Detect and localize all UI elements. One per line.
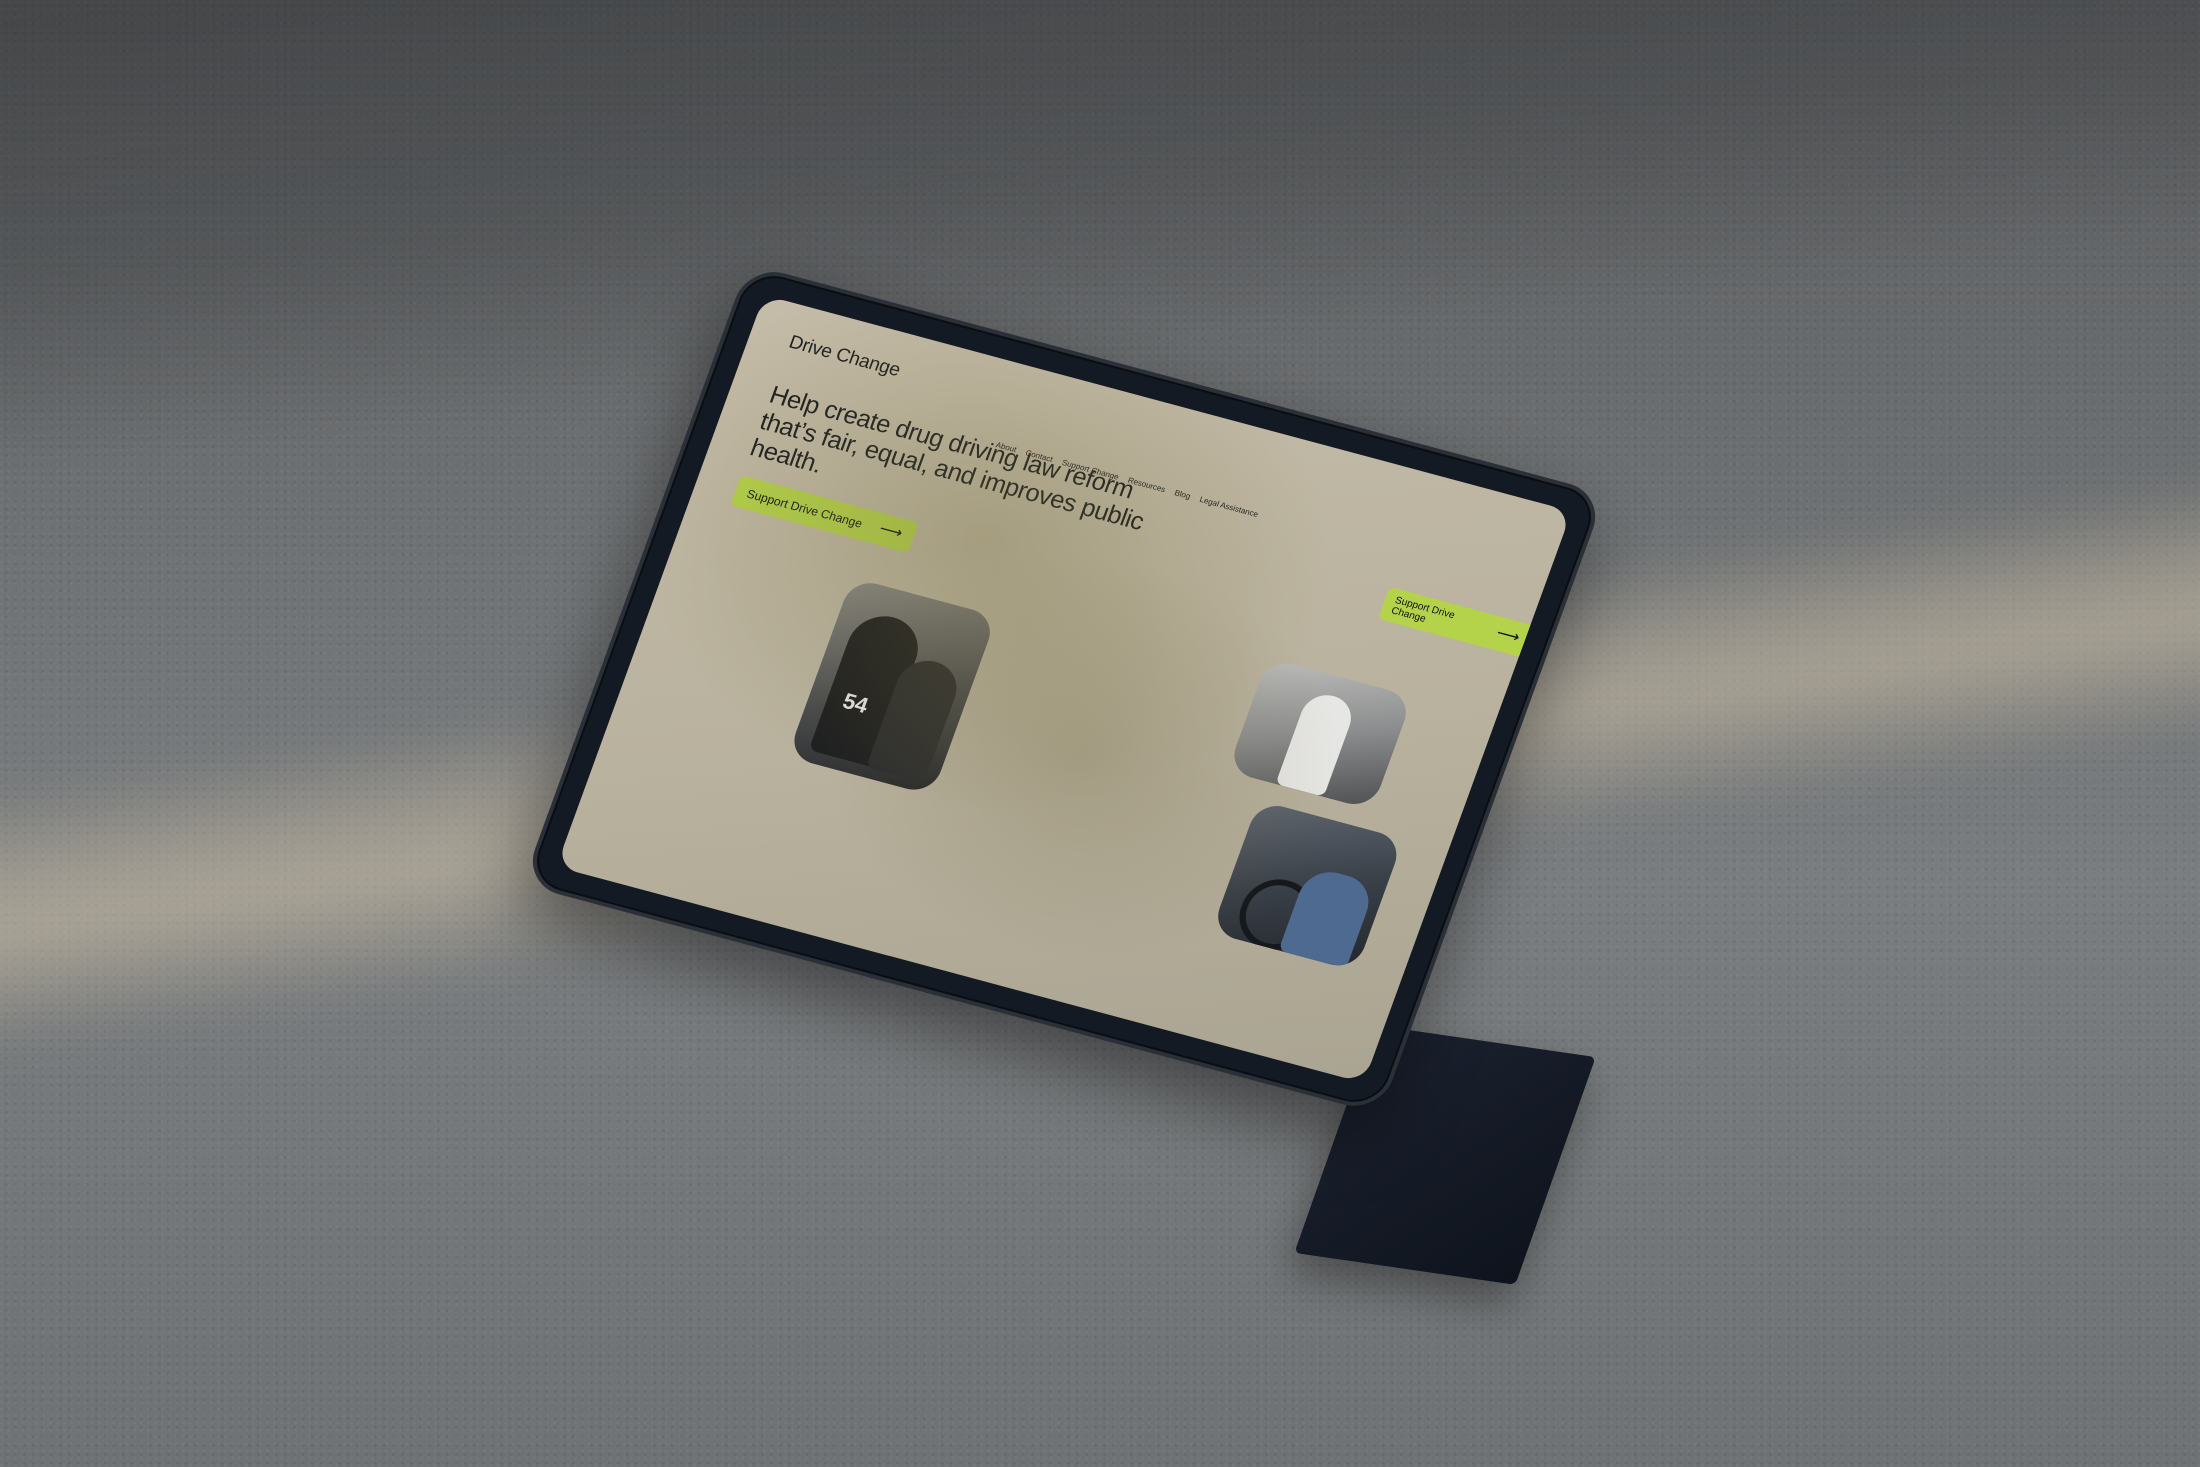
concrete-ground-scene: Drive Change About Contact Support Chang…	[0, 0, 2200, 1467]
header-cta-label: Support Drive Change	[1389, 595, 1457, 625]
arrow-right-icon: ⟶	[876, 520, 905, 543]
cta-label: Support Drive Change	[744, 486, 865, 531]
photo-man-and-daughter: 54	[787, 577, 998, 796]
tablet-screen: Drive Change About Contact Support Chang…	[556, 294, 1572, 1084]
hero-headline: Help create drug driving law reform that…	[746, 380, 1148, 536]
photo-person-driving	[1210, 800, 1404, 972]
nav-item-legal-assistance[interactable]: Legal Assistance	[1198, 495, 1259, 519]
site-logo[interactable]: Drive Change	[786, 332, 903, 382]
woman-figure	[1275, 689, 1359, 797]
header-support-button[interactable]: Support Drive Change ⟶	[1377, 586, 1535, 658]
arrow-right-icon: ⟶	[1494, 624, 1523, 647]
driver-figure	[1278, 865, 1377, 969]
photo-woman-by-car	[1227, 657, 1414, 810]
